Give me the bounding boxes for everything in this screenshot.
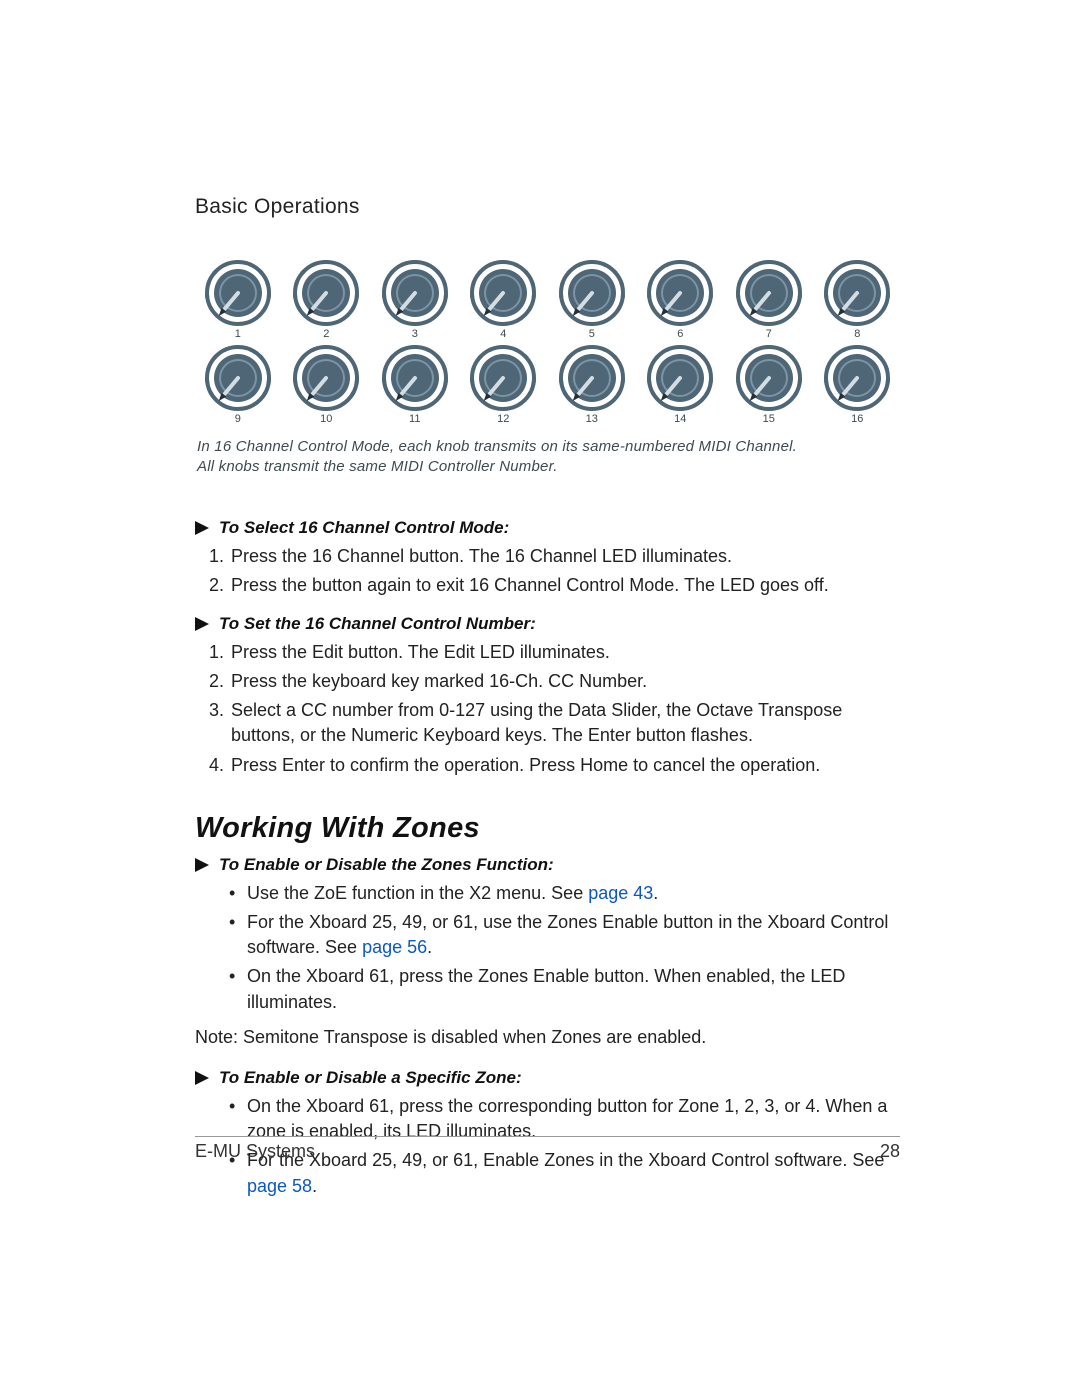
knob-cell: 11 [372, 344, 458, 425]
heading-working-with-zones: Working With Zones [195, 812, 900, 845]
knob-icon [815, 344, 901, 412]
knob-icon [461, 344, 547, 412]
knob-cell: 13 [549, 344, 635, 425]
procedure-bullet: On the Xboard 61, press the Zones Enable… [229, 964, 900, 1014]
procedure-step: Press the keyboard key marked 16-Ch. CC … [229, 669, 900, 694]
procedure-heading: To Enable or Disable the Zones Function: [195, 855, 900, 875]
knob-icon [726, 259, 812, 327]
knob-number: 11 [372, 413, 458, 425]
knob-number: 16 [815, 413, 901, 425]
knob-icon [815, 259, 901, 327]
procedure-bullet: Use the ZoE function in the X2 menu. See… [229, 881, 900, 906]
knob-icon [372, 259, 458, 327]
page-footer: E-MU Systems 28 [195, 1136, 900, 1162]
knob-number: 7 [726, 328, 812, 340]
page-reference-link[interactable]: page 58 [247, 1176, 312, 1196]
knob-number: 12 [461, 413, 547, 425]
knob-number: 5 [549, 328, 635, 340]
procedure-heading: To Set the 16 Channel Control Number: [195, 614, 900, 634]
knob-number: 2 [284, 328, 370, 340]
knob-number: 3 [372, 328, 458, 340]
knob-cell: 2 [284, 259, 370, 340]
procedure-step: Press the 16 Channel button. The 16 Chan… [229, 544, 900, 569]
knob-number: 1 [195, 328, 281, 340]
triangle-right-icon [195, 858, 211, 872]
knob-number: 9 [195, 413, 281, 425]
page-reference-link[interactable]: page 43 [588, 883, 653, 903]
knob-number: 15 [726, 413, 812, 425]
knob-cell: 5 [549, 259, 635, 340]
section-title: Basic Operations [195, 195, 900, 219]
knobs-figure: 1 2 3 [195, 259, 900, 425]
procedure-heading: To Enable or Disable a Specific Zone: [195, 1068, 900, 1088]
knob-icon [549, 259, 635, 327]
figure-caption: In 16 Channel Control Mode, each knob tr… [197, 437, 900, 478]
knob-icon [461, 259, 547, 327]
knob-number: 10 [284, 413, 370, 425]
knob-icon [638, 344, 724, 412]
knob-cell: 12 [461, 344, 547, 425]
procedure-heading-text: To Enable or Disable a Specific Zone: [219, 1068, 522, 1088]
knob-icon [549, 344, 635, 412]
procedure-step: Press the button again to exit 16 Channe… [229, 573, 900, 598]
knob-cell: 3 [372, 259, 458, 340]
procedure-bullet: For the Xboard 25, 49, or 61, use the Zo… [229, 910, 900, 960]
knob-cell: 16 [815, 344, 901, 425]
triangle-right-icon [195, 1071, 211, 1085]
knob-number: 8 [815, 328, 901, 340]
knob-row-2: 9 10 11 [195, 344, 900, 425]
footer-page-number: 28 [880, 1141, 900, 1162]
caption-line: All knobs transmit the same MIDI Control… [197, 458, 558, 475]
knob-cell: 9 [195, 344, 281, 425]
procedure-list: Press the 16 Channel button. The 16 Chan… [229, 544, 900, 598]
knob-cell: 15 [726, 344, 812, 425]
knob-icon [284, 259, 370, 327]
knob-cell: 10 [284, 344, 370, 425]
procedure-heading-text: To Select 16 Channel Control Mode: [219, 518, 509, 538]
procedure-step: Select a CC number from 0-127 using the … [229, 698, 900, 748]
knob-row-1: 1 2 3 [195, 259, 900, 340]
procedure-heading: To Select 16 Channel Control Mode: [195, 518, 900, 538]
procedure-heading-text: To Set the 16 Channel Control Number: [219, 614, 536, 634]
knob-cell: 6 [638, 259, 724, 340]
note-text: Note: Semitone Transpose is disabled whe… [195, 1025, 900, 1050]
knob-icon [195, 259, 281, 327]
footer-left: E-MU Systems [195, 1141, 315, 1162]
knob-icon [726, 344, 812, 412]
triangle-right-icon [195, 617, 211, 631]
knob-cell: 1 [195, 259, 281, 340]
procedure-step: Press Enter to confirm the operation. Pr… [229, 753, 900, 778]
procedure-step: Press the Edit button. The Edit LED illu… [229, 640, 900, 665]
knob-icon [638, 259, 724, 327]
knob-icon [284, 344, 370, 412]
knob-number: 6 [638, 328, 724, 340]
knob-cell: 4 [461, 259, 547, 340]
procedure-list: Press the Edit button. The Edit LED illu… [229, 640, 900, 778]
triangle-right-icon [195, 521, 211, 535]
page-reference-link[interactable]: page 56 [362, 937, 427, 957]
procedure-list: Use the ZoE function in the X2 menu. See… [229, 881, 900, 1015]
knob-icon [372, 344, 458, 412]
document-page: Basic Operations 1 2 [0, 0, 1080, 1397]
knob-cell: 8 [815, 259, 901, 340]
knob-number: 4 [461, 328, 547, 340]
knob-number: 14 [638, 413, 724, 425]
knob-number: 13 [549, 413, 635, 425]
knob-cell: 7 [726, 259, 812, 340]
procedure-heading-text: To Enable or Disable the Zones Function: [219, 855, 554, 875]
knob-icon [195, 344, 281, 412]
knob-cell: 14 [638, 344, 724, 425]
caption-line: In 16 Channel Control Mode, each knob tr… [197, 438, 797, 455]
